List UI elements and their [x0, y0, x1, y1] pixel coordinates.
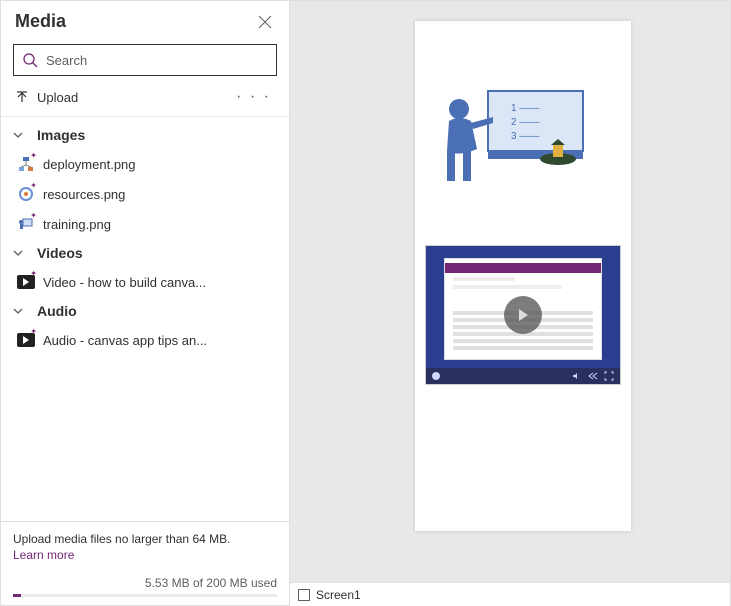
- media-panel: Media Search Upload · · · Images ✦ deplo…: [0, 0, 290, 606]
- image-thumb: ✦: [17, 215, 35, 233]
- group-label: Audio: [37, 303, 77, 319]
- file-name: resources.png: [43, 187, 125, 202]
- screen-label[interactable]: Screen1: [316, 588, 361, 602]
- storage-usage: 5.53 MB of 200 MB used: [13, 576, 277, 590]
- new-indicator-icon: ✦: [30, 269, 37, 278]
- svg-text:2 ——: 2 ——: [511, 117, 539, 128]
- file-name: Audio - canvas app tips an...: [43, 333, 207, 348]
- group-images[interactable]: Images: [1, 121, 289, 149]
- file-name: training.png: [43, 217, 111, 232]
- fullscreen-icon[interactable]: [604, 371, 614, 381]
- new-indicator-icon: ✦: [30, 181, 37, 190]
- svg-text:1 ——: 1 ——: [511, 103, 539, 114]
- search-input[interactable]: Search: [13, 44, 277, 76]
- image-control[interactable]: 1 —— 2 —— 3 ——: [433, 81, 593, 191]
- group-videos[interactable]: Videos: [1, 239, 289, 267]
- new-indicator-icon: ✦: [30, 327, 37, 336]
- canvas-area[interactable]: 1 —— 2 —— 3 ——: [290, 0, 731, 606]
- image-thumb: ✦: [17, 185, 35, 203]
- video-thumb: ✦: [17, 273, 35, 291]
- search-placeholder: Search: [46, 53, 87, 68]
- video-control[interactable]: [425, 245, 621, 385]
- close-button[interactable]: [255, 12, 275, 32]
- more-icon: · · ·: [236, 88, 271, 105]
- media-actions: Upload · · ·: [1, 84, 289, 116]
- image-thumb: ✦: [17, 155, 35, 173]
- file-name: Video - how to build canva...: [43, 275, 206, 290]
- canvas-screen[interactable]: 1 —— 2 —— 3 ——: [415, 21, 631, 531]
- group-audio[interactable]: Audio: [1, 297, 289, 325]
- group-label: Videos: [37, 245, 83, 261]
- file-item-audio[interactable]: ✦ Audio - canvas app tips an...: [1, 325, 289, 355]
- upload-button[interactable]: Upload: [15, 90, 78, 105]
- upload-hint: Upload media files no larger than 64 MB.: [13, 532, 277, 546]
- more-button[interactable]: · · ·: [236, 88, 271, 106]
- media-panel-header: Media: [1, 1, 289, 38]
- chevron-down-icon: [13, 248, 23, 258]
- video-controls[interactable]: [426, 368, 620, 384]
- video-position-indicator[interactable]: [432, 372, 440, 380]
- search-icon: [22, 52, 38, 68]
- file-item-deployment[interactable]: ✦ deployment.png: [1, 149, 289, 179]
- upload-icon: [15, 90, 29, 104]
- screen-label-bar: Screen1: [290, 582, 730, 606]
- training-illustration-icon: 1 —— 2 —— 3 ——: [433, 81, 593, 191]
- play-icon: [515, 307, 531, 323]
- storage-progress: [13, 594, 277, 597]
- screen-icon: [298, 589, 310, 601]
- close-icon: [258, 15, 272, 29]
- storage-progress-fill: [13, 594, 21, 597]
- chevron-down-icon: [13, 130, 23, 140]
- learn-more-link[interactable]: Learn more: [13, 548, 277, 562]
- media-panel-footer: Upload media files no larger than 64 MB.…: [1, 521, 289, 605]
- chevron-down-icon: [13, 306, 23, 316]
- media-tree: Images ✦ deployment.png ✦ resources.png …: [1, 116, 289, 521]
- audio-thumb: ✦: [17, 331, 35, 349]
- file-item-resources[interactable]: ✦ resources.png: [1, 179, 289, 209]
- file-item-video[interactable]: ✦ Video - how to build canva...: [1, 267, 289, 297]
- upload-label: Upload: [37, 90, 78, 105]
- play-button[interactable]: [504, 296, 542, 334]
- svg-text:3 ——: 3 ——: [511, 131, 539, 142]
- new-indicator-icon: ✦: [30, 151, 37, 160]
- skip-back-icon[interactable]: [588, 371, 598, 381]
- new-indicator-icon: ✦: [30, 211, 37, 220]
- volume-icon[interactable]: [572, 371, 582, 381]
- file-name: deployment.png: [43, 157, 136, 172]
- group-label: Images: [37, 127, 85, 143]
- media-panel-title: Media: [15, 11, 66, 32]
- file-item-training[interactable]: ✦ training.png: [1, 209, 289, 239]
